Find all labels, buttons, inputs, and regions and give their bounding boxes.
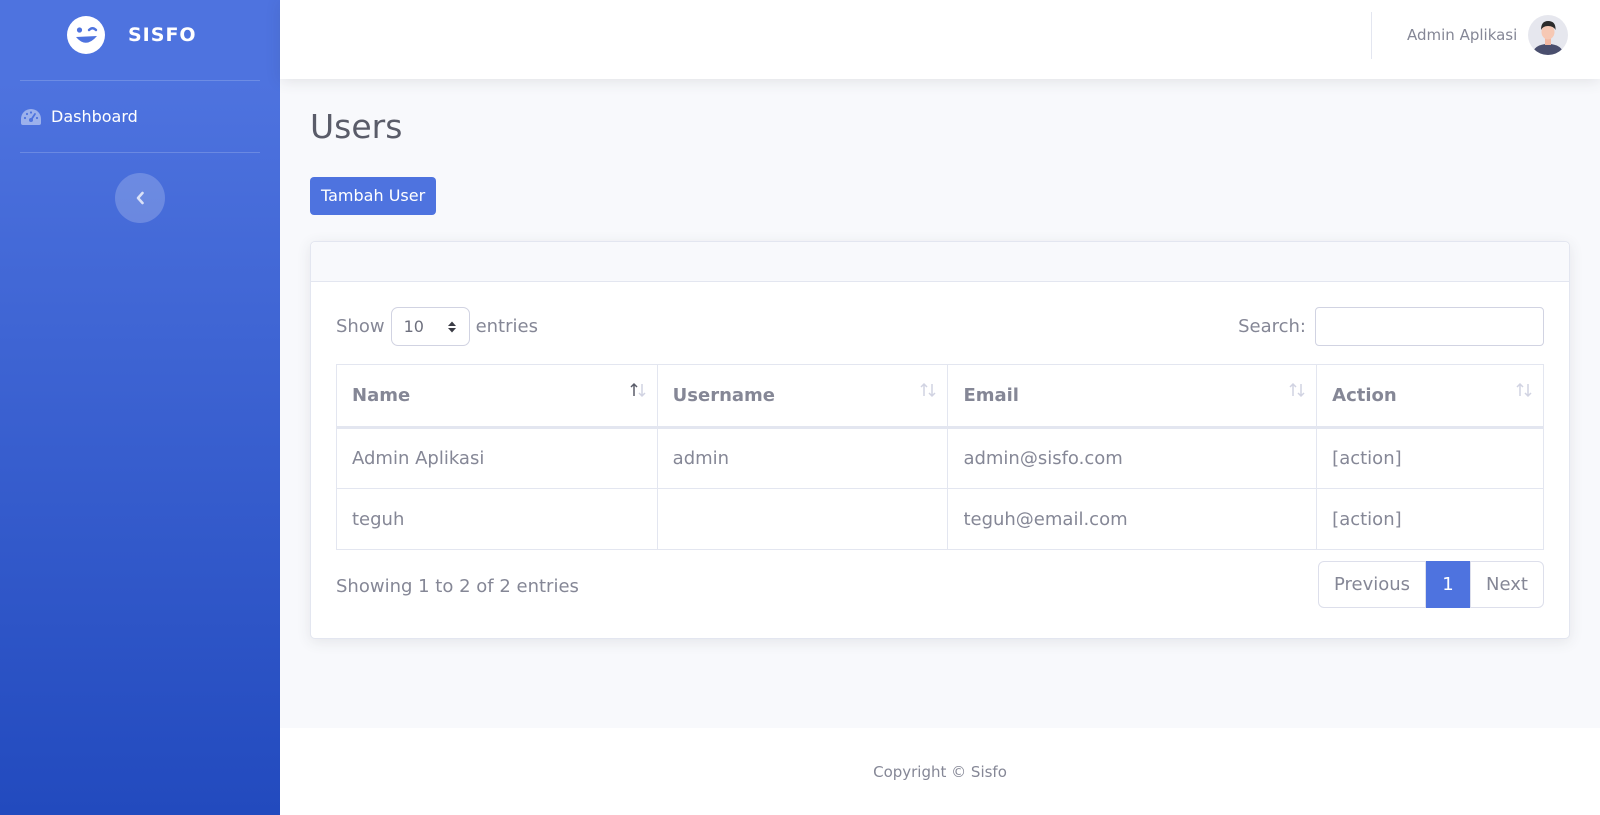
entries-value: 10 [403,317,424,336]
sort-icon [920,382,936,398]
copyright-text: Copyright © Sisfo [873,762,1007,781]
entries-length: Show 10 entries [336,307,538,346]
entries-label: entries [475,316,538,337]
table-header-row: Name Username Email Action [336,364,1544,429]
sort-arrows-icon [447,321,456,332]
table-row: teguh teguh@email.com [action] [336,488,1544,550]
site-footer: Copyright © Sisfo [280,728,1600,815]
user-dropdown[interactable]: Admin Aplikasi [1407,0,1569,70]
table-controls: Show 10 entries Search: [336,307,1544,346]
column-header-action[interactable]: Action [1316,364,1544,429]
sidebar-item-label: Dashboard [51,107,138,126]
sidebar-toggle-wrap [0,153,280,223]
pagination: Previous 1 Next [1318,561,1544,608]
column-header-email[interactable]: Email [947,364,1318,429]
cell-email: admin@sisfo.com [947,427,1318,489]
chevron-left-icon [136,191,144,205]
page-1-button[interactable]: 1 [1426,561,1470,608]
show-label: Show [336,316,385,337]
brand-name: SISFO [128,24,197,46]
page-title: Users [310,107,403,146]
cell-action[interactable]: [action] [1316,427,1544,489]
laugh-wink-icon [67,16,105,54]
user-name: Admin Aplikasi [1407,26,1518,44]
sidebar-item-dashboard[interactable]: Dashboard [0,81,280,152]
search-input[interactable] [1315,307,1544,346]
cell-action[interactable]: [action] [1316,488,1544,550]
cell-name: Admin Aplikasi [336,427,658,489]
table-footer: Showing 1 to 2 of 2 entries Previous 1 N… [336,561,1544,608]
main-content: Users Tambah User Show 10 entries Search… [310,79,1570,639]
user-avatar [1528,15,1569,55]
sidebar: SISFO Dashboard [0,0,280,815]
topbar: Admin Aplikasi [280,0,1600,79]
sidebar-toggle-button[interactable] [115,173,165,223]
cell-email: teguh@email.com [947,488,1318,550]
table-info: Showing 1 to 2 of 2 entries [336,576,579,597]
tachometer-icon [21,108,41,125]
users-card: Show 10 entries Search: Name Username Em… [310,241,1570,639]
sidebar-brand[interactable]: SISFO [0,0,280,70]
card-body: Show 10 entries Search: Name Username Em… [311,282,1569,638]
entries-select[interactable]: 10 [390,307,470,346]
sort-icon [1516,382,1532,398]
column-header-username[interactable]: Username [656,364,949,429]
sort-icon [1289,382,1305,398]
sort-asc-icon [630,382,646,398]
table-search: Search: [1238,307,1544,346]
card-header [311,242,1569,282]
column-header-name[interactable]: Name [336,364,658,429]
add-user-button[interactable]: Tambah User [310,176,437,215]
users-table: Name Username Email Action Admin Aplikas… [336,364,1544,550]
cell-username: admin [656,427,949,489]
next-page-button[interactable]: Next [1470,561,1544,608]
table-row: Admin Aplikasi admin admin@sisfo.com [ac… [336,427,1544,489]
cell-username [656,488,949,550]
search-label: Search: [1238,316,1306,337]
previous-page-button[interactable]: Previous [1318,561,1426,608]
topbar-divider [1371,12,1372,59]
cell-name: teguh [336,488,658,550]
